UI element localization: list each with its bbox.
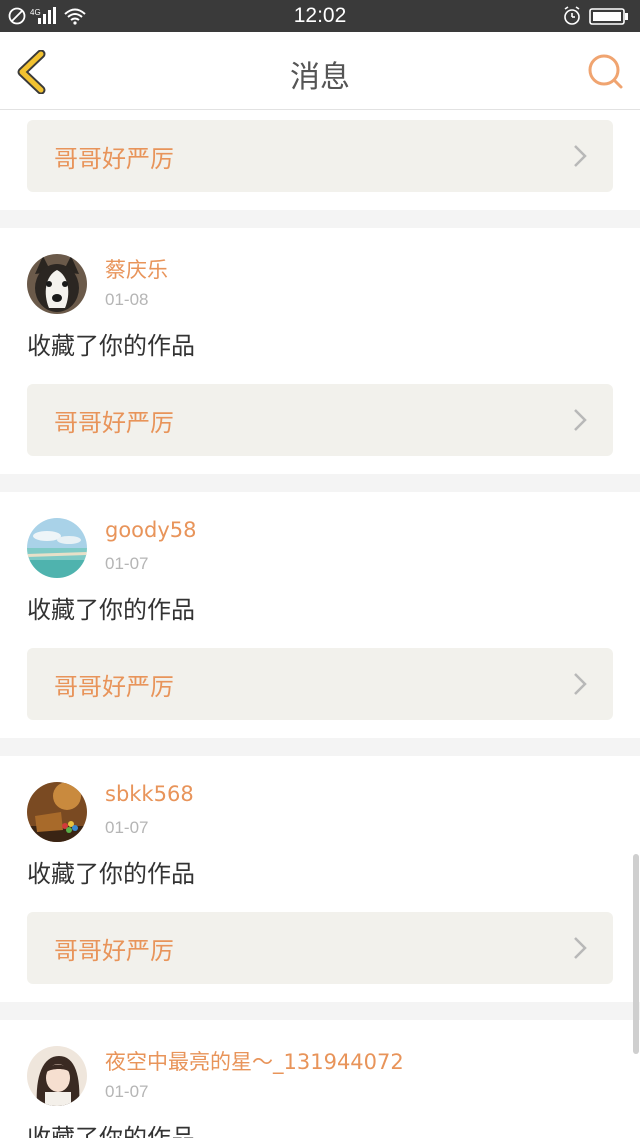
beach-avatar-icon	[27, 518, 87, 578]
work-title: 哥哥好严厉	[54, 937, 174, 965]
scrollbar[interactable]	[633, 854, 639, 1054]
candy-jar-avatar-icon	[27, 782, 87, 842]
work-link[interactable]: 哥哥好严厉	[27, 912, 613, 984]
message-card: 哥哥好严厉	[0, 110, 640, 210]
message-list[interactable]: 哥哥好严厉 蔡庆乐 01-08 收藏了你的作品 哥哥好严厉 goody58 01…	[0, 110, 640, 1138]
message-card: sbkk568 01-07 收藏了你的作品 哥哥好严厉	[0, 756, 640, 1002]
search-button[interactable]	[586, 52, 626, 92]
avatar[interactable]	[27, 518, 87, 578]
avatar[interactable]	[27, 254, 87, 314]
status-icons-right	[564, 6, 628, 25]
username[interactable]: 夜空中最亮的星～_131944072	[105, 1046, 404, 1076]
work-link[interactable]: 哥哥好严厉	[27, 120, 613, 192]
work-title: 哥哥好严厉	[54, 409, 174, 437]
action-text: 收藏了你的作品	[27, 596, 195, 624]
chevron-right-icon	[574, 409, 587, 431]
search-icon	[588, 54, 623, 89]
chevron-right-icon	[574, 673, 587, 695]
timestamp: 01-07	[105, 818, 149, 837]
action-text: 收藏了你的作品	[27, 332, 195, 360]
status-time: 12:02	[293, 4, 347, 27]
username[interactable]: goody58	[105, 518, 197, 542]
username[interactable]: sbkk568	[105, 782, 194, 806]
action-text: 收藏了你的作品	[27, 860, 195, 888]
action-text: 收藏了你的作品	[27, 1124, 195, 1138]
work-link[interactable]: 哥哥好严厉	[27, 648, 613, 720]
nav-bar: 消息	[0, 32, 640, 110]
work-title: 哥哥好严厉	[54, 145, 174, 173]
avatar[interactable]	[27, 1046, 87, 1106]
timestamp: 01-07	[105, 1082, 149, 1101]
avatar[interactable]	[27, 782, 87, 842]
chevron-right-icon	[574, 937, 587, 959]
message-card: 蔡庆乐 01-08 收藏了你的作品 哥哥好严厉	[0, 228, 640, 474]
work-title: 哥哥好严厉	[54, 673, 174, 701]
message-card: goody58 01-07 收藏了你的作品 哥哥好严厉	[0, 492, 640, 738]
girl-avatar-icon	[27, 1046, 87, 1106]
message-card: 夜空中最亮的星～_131944072 01-07 收藏了你的作品	[0, 1020, 640, 1138]
timestamp: 01-08	[105, 290, 149, 309]
husky-dog-avatar-icon	[27, 254, 87, 314]
work-link[interactable]: 哥哥好严厉	[27, 384, 613, 456]
page-title: 消息	[290, 60, 350, 95]
username[interactable]: 蔡庆乐	[105, 254, 168, 284]
timestamp: 01-07	[105, 554, 149, 573]
chevron-right-icon	[574, 145, 587, 167]
status-bar: 4G 12:02	[0, 0, 640, 32]
